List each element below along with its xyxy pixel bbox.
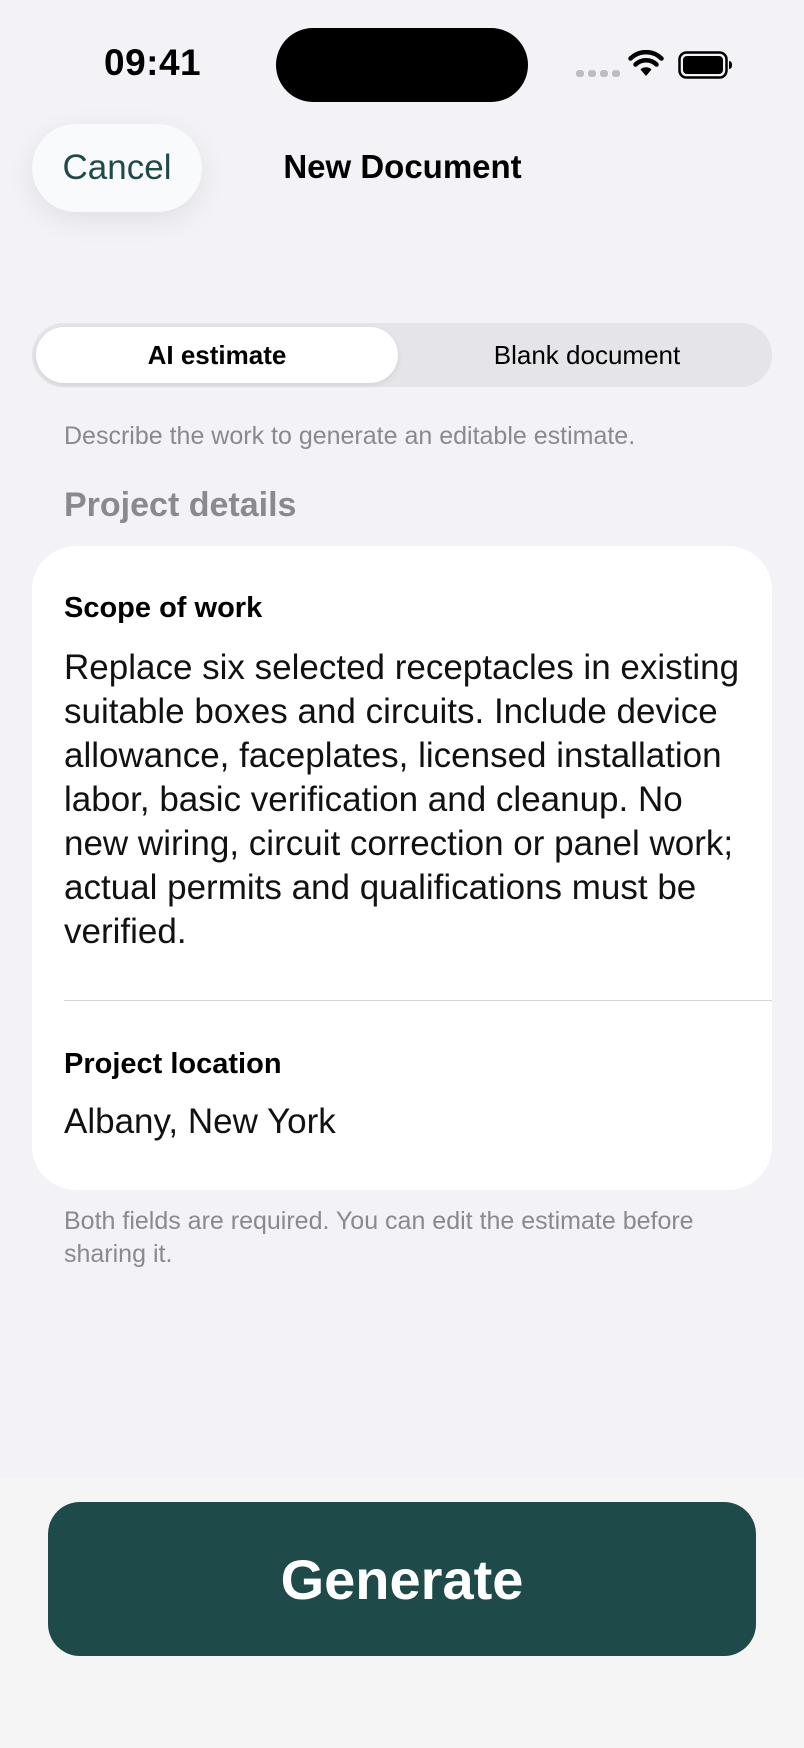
page-title: New Document [283, 148, 522, 185]
project-details-card: Scope of work Replace six selected recep… [32, 546, 772, 1190]
dynamic-island [276, 28, 528, 102]
footnote-text: Both fields are required. You can edit t… [64, 1207, 694, 1268]
project-location-field[interactable]: Albany, New York [64, 1102, 336, 1142]
battery-icon [678, 51, 732, 79]
cancel-button[interactable]: Cancel [32, 124, 202, 212]
instruction-text: Describe the work to generate an editabl… [64, 422, 636, 450]
scope-of-work-label: Scope of work [64, 592, 263, 624]
segment-blank-document[interactable]: Blank document [406, 327, 768, 383]
status-bar: 09:41 [0, 0, 804, 120]
divider [64, 1000, 772, 1001]
segment-ai-estimate[interactable]: AI estimate [36, 327, 398, 383]
section-title: Project details [64, 486, 297, 524]
scope-of-work-field[interactable]: Replace six selected receptacles in exis… [64, 646, 744, 954]
generate-button[interactable]: Generate [48, 1502, 756, 1656]
project-location-label: Project location [64, 1048, 282, 1080]
cellular-signal-icon [576, 70, 620, 77]
document-type-segmented-control: AI estimate Blank document [32, 323, 772, 387]
status-time: 09:41 [104, 42, 202, 83]
wifi-icon [628, 50, 664, 76]
